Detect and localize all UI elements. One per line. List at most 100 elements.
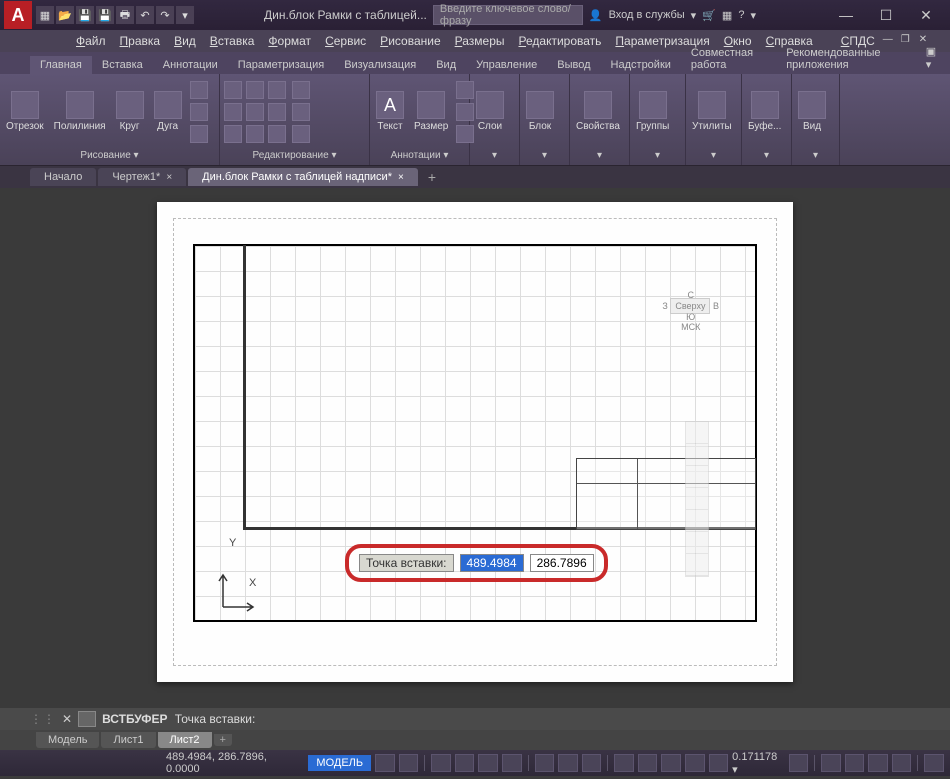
cart-icon[interactable]: 🛒	[702, 9, 716, 22]
modify-small-icon[interactable]	[292, 125, 310, 143]
scale-icon[interactable]	[246, 125, 264, 143]
redo-icon[interactable]: ↷	[156, 6, 174, 24]
menu-dims[interactable]: Размеры	[449, 34, 511, 48]
view-button[interactable]: Вид	[796, 89, 828, 134]
menu-file[interactable]: Файл	[70, 34, 112, 48]
polyline-button[interactable]: Полилиния	[52, 89, 108, 134]
doc-tab[interactable]: Чертеж1*×	[98, 168, 186, 186]
drawing-area[interactable]: С З Сверху В Ю МСК YX Точка вставки: 489…	[0, 188, 950, 708]
circle-button[interactable]: Круг	[114, 89, 146, 134]
search-input[interactable]: Введите ключевое слово/фразу	[433, 5, 583, 25]
ribbon-tab-visual[interactable]: Визуализация	[334, 56, 426, 74]
signin-label[interactable]: Вход в службы	[609, 9, 685, 21]
snap-toggle-icon[interactable]	[399, 754, 419, 772]
app-logo[interactable]: A	[4, 1, 32, 29]
osnap-icon[interactable]	[502, 754, 522, 772]
save-icon[interactable]: 💾	[76, 6, 94, 24]
ribbon-tab-featured[interactable]: Рекомендованные приложения	[776, 44, 916, 74]
line-button[interactable]: Отрезок	[4, 89, 46, 134]
panel-annot-title[interactable]: Аннотации ▾	[374, 147, 465, 163]
array-icon[interactable]	[268, 125, 286, 143]
qp-icon[interactable]	[638, 754, 658, 772]
draw-small-icon[interactable]	[190, 125, 208, 143]
ribbon-tab-param[interactable]: Параметризация	[228, 56, 334, 74]
signin-icon[interactable]: 👤	[589, 9, 603, 22]
layers-button[interactable]: Слои	[474, 89, 506, 134]
draw-small-icon[interactable]	[190, 103, 208, 121]
isolate-icon[interactable]	[845, 754, 865, 772]
ribbon-tab-insert[interactable]: Вставка	[92, 56, 153, 74]
layout-tab[interactable]: Лист2	[158, 732, 212, 748]
block-button[interactable]: Блок	[524, 89, 556, 134]
ribbon-tab-manage[interactable]: Управление	[466, 56, 547, 74]
mirror-icon[interactable]	[246, 103, 264, 121]
close-button[interactable]: ✕	[906, 0, 946, 30]
lwt-icon[interactable]	[558, 754, 578, 772]
clean-screen-icon[interactable]	[892, 754, 912, 772]
panel-draw-title[interactable]: Рисование ▾	[4, 147, 215, 163]
ribbon-tab-collab[interactable]: Совместная работа	[681, 44, 776, 74]
add-tab-button[interactable]: +	[420, 169, 444, 185]
undo-icon[interactable]: ↶	[136, 6, 154, 24]
stretch-icon[interactable]	[224, 125, 242, 143]
close-icon[interactable]: ×	[398, 172, 404, 183]
trim-icon[interactable]	[268, 81, 286, 99]
app-switch-icon[interactable]: ▦	[722, 9, 732, 22]
menu-modify[interactable]: Редактировать	[513, 34, 608, 48]
menu-insert[interactable]: Вставка	[204, 34, 261, 48]
layout-tab-model[interactable]: Модель	[36, 732, 99, 748]
doc-tab[interactable]: Начало	[30, 168, 96, 186]
dyn-x-input[interactable]: 489.4984	[460, 554, 524, 572]
text-button[interactable]: AТекст	[374, 89, 406, 134]
fillet-icon[interactable]	[268, 103, 286, 121]
plot-icon[interactable]: 🖶	[116, 6, 134, 24]
view-cube[interactable]: С З Сверху В Ю МСК	[662, 290, 719, 333]
otrack-icon[interactable]	[535, 754, 555, 772]
menu-edit[interactable]: Правка	[114, 34, 167, 48]
close-icon[interactable]: ×	[166, 172, 172, 183]
polar-icon[interactable]	[455, 754, 475, 772]
panel-modify-title[interactable]: Редактирование ▾	[224, 147, 365, 163]
menu-view[interactable]: Вид	[168, 34, 202, 48]
ribbon-tab-home[interactable]: Главная	[30, 56, 92, 74]
help-icon[interactable]: ?	[738, 9, 744, 21]
copy-icon[interactable]	[224, 103, 242, 121]
maximize-button[interactable]: ☐	[866, 0, 906, 30]
cmd-history-icon[interactable]	[78, 711, 96, 727]
move-icon[interactable]	[224, 81, 242, 99]
annoauto-icon[interactable]	[709, 754, 729, 772]
transparency-icon[interactable]	[582, 754, 602, 772]
menu-format[interactable]: Формат	[262, 34, 317, 48]
utils-button[interactable]: Утилиты	[690, 89, 734, 134]
scale-readout[interactable]: 0.171178 ▾	[732, 751, 784, 776]
model-space-button[interactable]: МОДЕЛЬ	[308, 755, 371, 771]
qat-more-icon[interactable]: ▾	[176, 6, 194, 24]
doc-tab[interactable]: Дин.блок Рамки с таблицей надписи*×	[188, 168, 418, 186]
arc-button[interactable]: Дуга	[152, 89, 184, 134]
close-cmd-icon[interactable]: ✕	[62, 712, 72, 726]
open-icon[interactable]: 📂	[56, 6, 74, 24]
nav-bar[interactable]	[685, 421, 709, 577]
add-layout-button[interactable]: +	[214, 734, 232, 746]
lock-icon[interactable]	[821, 754, 841, 772]
annovis-icon[interactable]	[685, 754, 705, 772]
modify-small-icon[interactable]	[292, 103, 310, 121]
customize-icon[interactable]	[924, 754, 944, 772]
ribbon-tab-extra[interactable]: ▣ ▾	[916, 42, 950, 74]
ortho-icon[interactable]	[431, 754, 451, 772]
ribbon-tab-view[interactable]: Вид	[426, 56, 466, 74]
menu-draw[interactable]: Рисование	[374, 34, 446, 48]
ribbon-tab-output[interactable]: Вывод	[547, 56, 600, 74]
ws-icon[interactable]	[789, 754, 809, 772]
new-icon[interactable]: ▦	[36, 6, 54, 24]
command-line[interactable]: ⋮⋮ ✕ ВСТБУФЕР Точка вставки:	[0, 708, 950, 730]
hw-accel-icon[interactable]	[868, 754, 888, 772]
sc-icon[interactable]	[614, 754, 634, 772]
grip-icon[interactable]: ⋮⋮	[30, 712, 56, 726]
props-button[interactable]: Свойства	[574, 89, 622, 134]
iso-icon[interactable]	[478, 754, 498, 772]
minimize-button[interactable]: —	[826, 0, 866, 30]
draw-small-icon[interactable]	[190, 81, 208, 99]
annoscale-icon[interactable]	[661, 754, 681, 772]
modify-small-icon[interactable]	[292, 81, 310, 99]
